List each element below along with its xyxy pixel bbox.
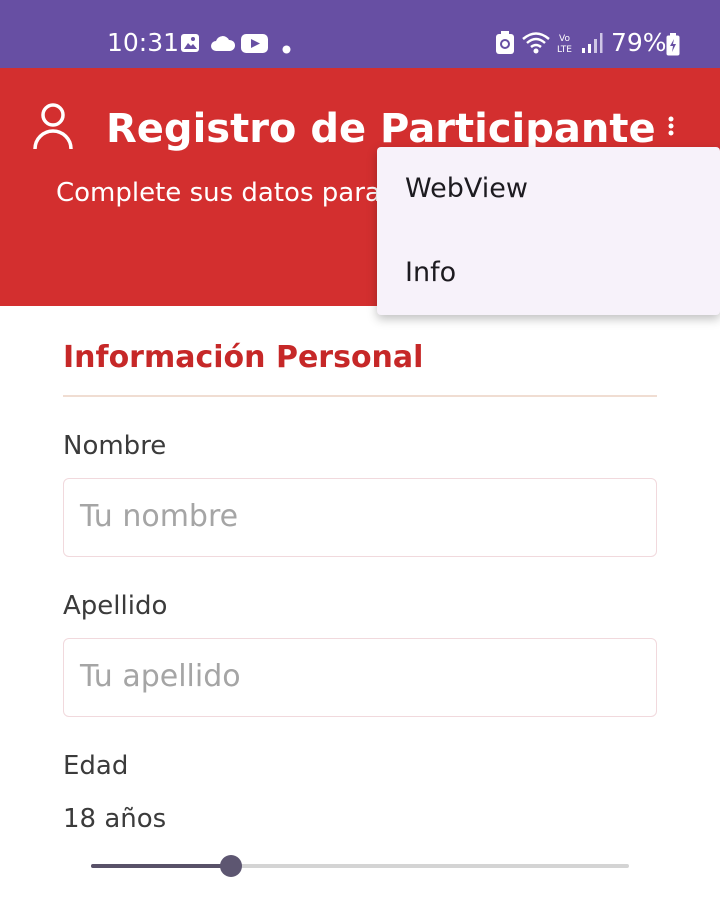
more-vert-icon[interactable] <box>660 113 682 143</box>
cloud-icon <box>210 35 236 56</box>
wifi-icon <box>521 31 551 59</box>
status-bar: 10:31 Vo LTE 79% <box>0 0 720 68</box>
recycle-icon <box>495 31 515 59</box>
slider-thumb[interactable] <box>219 855 242 877</box>
battery-percentage: 79% <box>611 28 667 57</box>
overflow-menu: WebView Info <box>377 147 720 315</box>
volte-icon: Vo LTE <box>557 31 577 59</box>
nombre-label: Nombre <box>63 431 167 461</box>
nombre-input[interactable]: Tu nombre <box>63 478 657 557</box>
status-time: 10:31 <box>107 28 180 57</box>
section-title: Información Personal <box>63 340 424 375</box>
signal-icon <box>581 32 603 58</box>
gallery-icon <box>180 33 200 57</box>
menu-item-webview[interactable]: WebView <box>377 147 720 231</box>
section-divider <box>63 395 657 397</box>
dot-icon <box>282 39 291 58</box>
menu-item-info[interactable]: Info <box>377 231 720 315</box>
person-icon <box>32 101 74 155</box>
apellido-label: Apellido <box>63 591 168 621</box>
slider-fill <box>91 864 231 868</box>
svg-text:LTE: LTE <box>557 45 572 55</box>
edad-label: Edad <box>63 751 129 781</box>
apellido-input[interactable]: Tu apellido <box>63 638 657 717</box>
svg-text:Vo: Vo <box>559 34 570 44</box>
battery-icon <box>666 33 680 60</box>
edad-value: 18 años <box>63 804 167 834</box>
edad-slider[interactable] <box>91 855 629 877</box>
youtube-icon <box>241 34 268 57</box>
